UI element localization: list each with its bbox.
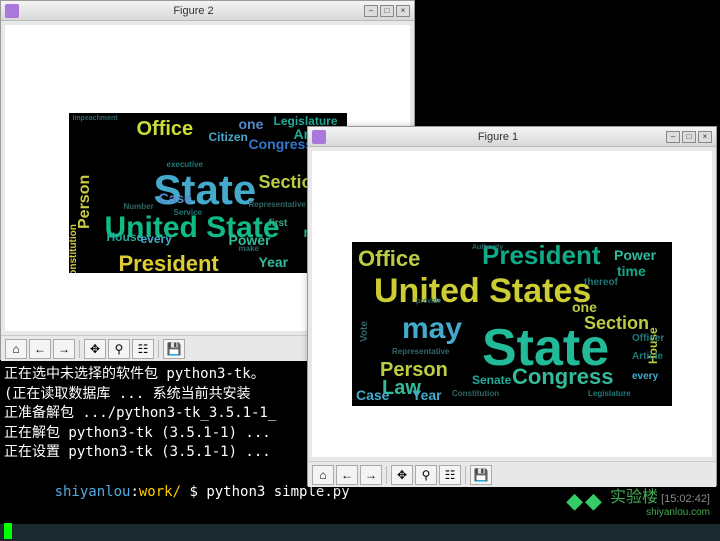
wordcloud-word: one — [572, 300, 597, 314]
titlebar[interactable]: Figure 2 – □ × — [1, 1, 414, 21]
wordcloud-image: StateUnited StatePresidentOfficePersonCa… — [69, 113, 347, 273]
back-button[interactable]: ← — [29, 339, 51, 359]
wordcloud-word: Constitution — [69, 224, 79, 273]
wordcloud-word: make — [239, 245, 259, 253]
wordcloud-word: Office — [137, 119, 194, 139]
prompt-user: shiyanlou — [55, 484, 131, 500]
wordcloud-word: Number — [124, 203, 154, 211]
wordcloud-word: Case — [159, 191, 192, 205]
save-button[interactable]: 💾 — [163, 339, 185, 359]
zoom-button[interactable]: ⚲ — [108, 339, 130, 359]
wordcloud-word: Representative — [392, 348, 449, 356]
wordcloud-word: Vote — [360, 321, 370, 342]
brand-name: 实验楼 — [610, 489, 658, 506]
wordcloud-word: may — [402, 314, 462, 344]
zoom-button[interactable]: ⚲ — [415, 465, 437, 485]
wordcloud-word: Person — [77, 175, 93, 229]
window-title: Figure 2 — [23, 5, 364, 17]
wordcloud-word: Citizen — [209, 131, 248, 143]
forward-button[interactable]: → — [53, 339, 75, 359]
close-button[interactable]: × — [698, 131, 712, 143]
wordcloud-word: Section — [584, 314, 649, 332]
wordcloud-word: Constitution — [452, 390, 499, 398]
wordcloud-word: one — [239, 117, 264, 131]
wordcloud-word: Authority — [472, 244, 503, 251]
wordcloud-word: Impeachment — [73, 115, 118, 122]
app-icon — [312, 130, 326, 144]
back-button[interactable]: ← — [336, 465, 358, 485]
wordcloud-word: Representative — [249, 201, 306, 209]
wordcloud-word: Article — [632, 352, 663, 362]
minimize-button[interactable]: – — [666, 131, 680, 143]
close-button[interactable]: × — [396, 5, 410, 17]
home-button[interactable]: ⌂ — [312, 465, 334, 485]
brand-url: shiyanlou.com — [610, 507, 710, 518]
wordcloud-word: Power — [614, 248, 656, 262]
figure-canvas[interactable]: StateUnited StatesmayPresidentCongressPe… — [312, 151, 712, 457]
logo-icon: ◆◆ — [566, 488, 604, 514]
configure-button[interactable]: ☷ — [439, 465, 461, 485]
window-title: Figure 1 — [330, 131, 666, 143]
pan-button[interactable]: ✥ — [391, 465, 413, 485]
titlebar[interactable]: Figure 1 – □ × — [308, 127, 716, 147]
wordcloud-word: Congress — [512, 366, 613, 388]
configure-button[interactable]: ☷ — [132, 339, 154, 359]
save-button[interactable]: 💾 — [470, 465, 492, 485]
prompt-path: work/ — [139, 484, 181, 500]
wordcloud-word: Officer — [632, 334, 664, 344]
wordcloud-word: every — [141, 233, 172, 245]
wordcloud-word: Legislature — [588, 390, 631, 398]
wordcloud-word: time — [617, 264, 646, 278]
forward-button[interactable]: → — [360, 465, 382, 485]
wordcloud-word: Service — [174, 209, 202, 217]
wordcloud-word: Senate — [472, 374, 511, 386]
wordcloud-word: Case — [356, 388, 389, 402]
wordcloud-word: House — [107, 231, 144, 243]
wordcloud-word: provide — [416, 298, 441, 305]
home-button[interactable]: ⌂ — [5, 339, 27, 359]
wordcloud-word: thereof — [584, 278, 618, 288]
figure1-window[interactable]: Figure 1 – □ × StateUnited StatesmayPres… — [307, 126, 717, 486]
wordcloud-word: every — [632, 372, 658, 382]
app-icon — [5, 4, 19, 18]
wordcloud-word: United States — [374, 274, 591, 308]
pan-button[interactable]: ✥ — [84, 339, 106, 359]
cursor-icon — [4, 523, 12, 539]
maximize-button[interactable]: □ — [682, 131, 696, 143]
wordcloud-word: Year — [259, 255, 289, 269]
wordcloud-word: President — [119, 253, 219, 273]
wordcloud-image: StateUnited StatesmayPresidentCongressPe… — [352, 242, 672, 406]
wordcloud-word: Year — [412, 388, 442, 402]
watermark: ◆◆ 实验楼 [15:02:42] shiyanlou.com — [566, 483, 710, 518]
wordcloud-word: executive — [167, 161, 203, 169]
minimize-button[interactable]: – — [364, 5, 378, 17]
maximize-button[interactable]: □ — [380, 5, 394, 17]
timestamp: [15:02:42] — [661, 493, 710, 505]
wordcloud-word: Office — [358, 248, 420, 270]
wordcloud-word: first — [269, 219, 288, 229]
